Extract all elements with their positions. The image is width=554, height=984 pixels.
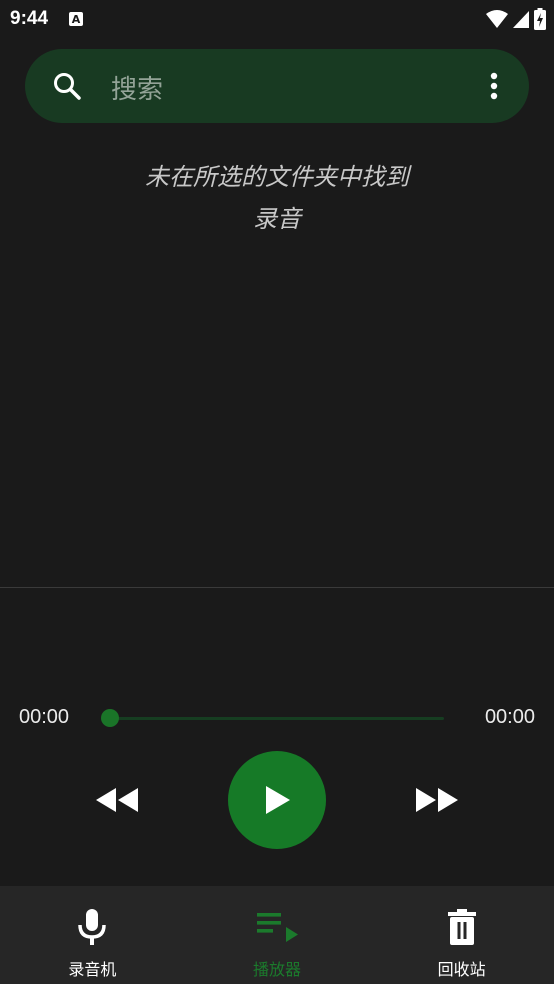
rewind-button[interactable] [94, 784, 140, 816]
notification-a-icon: A [68, 11, 84, 27]
status-icons [486, 8, 546, 34]
svg-text:A: A [72, 13, 81, 26]
fast-forward-button[interactable] [414, 784, 460, 816]
play-button[interactable] [228, 751, 326, 849]
more-vert-icon[interactable] [489, 72, 499, 100]
status-bar: 9:44 A [0, 0, 554, 38]
microphone-icon [77, 908, 107, 946]
wifi-icon [486, 9, 508, 33]
current-time: 00:00 [19, 706, 70, 728]
empty-state-message: 未在所选的文件夹中找到 录音 [0, 156, 554, 240]
total-time: 00:00 [484, 706, 535, 728]
nav-item-recorder[interactable]: 录音机 [0, 886, 185, 984]
nav-label-recycle-bin: 回收站 [437, 960, 486, 979]
search-icon[interactable] [52, 71, 82, 105]
fast-forward-icon [416, 788, 458, 812]
fast-rewind-icon [96, 788, 138, 812]
battery-icon [534, 8, 546, 34]
nav-item-player[interactable]: 播放器 [185, 886, 370, 984]
cell-signal-icon [512, 9, 530, 33]
playlist-play-icon [256, 908, 298, 946]
divider [0, 587, 554, 588]
bottom-nav: 录音机 播放器 回收站 [0, 886, 554, 984]
seek-thumb[interactable] [101, 709, 119, 727]
nav-label-recorder: 录音机 [68, 960, 117, 979]
seek-bar[interactable] [110, 717, 444, 720]
status-time: 9:44 [10, 8, 49, 29]
nav-label-player: 播放器 [253, 960, 302, 979]
nav-item-recycle-bin[interactable]: 回收站 [369, 886, 554, 984]
empty-state-line-2: 录音 [253, 205, 301, 233]
play-icon [266, 786, 290, 814]
trash-icon [447, 908, 477, 946]
search-bar[interactable]: 搜索 [25, 49, 529, 123]
search-input[interactable]: 搜索 [111, 69, 163, 106]
empty-state-line-1: 未在所选的文件夹中找到 [145, 163, 409, 191]
